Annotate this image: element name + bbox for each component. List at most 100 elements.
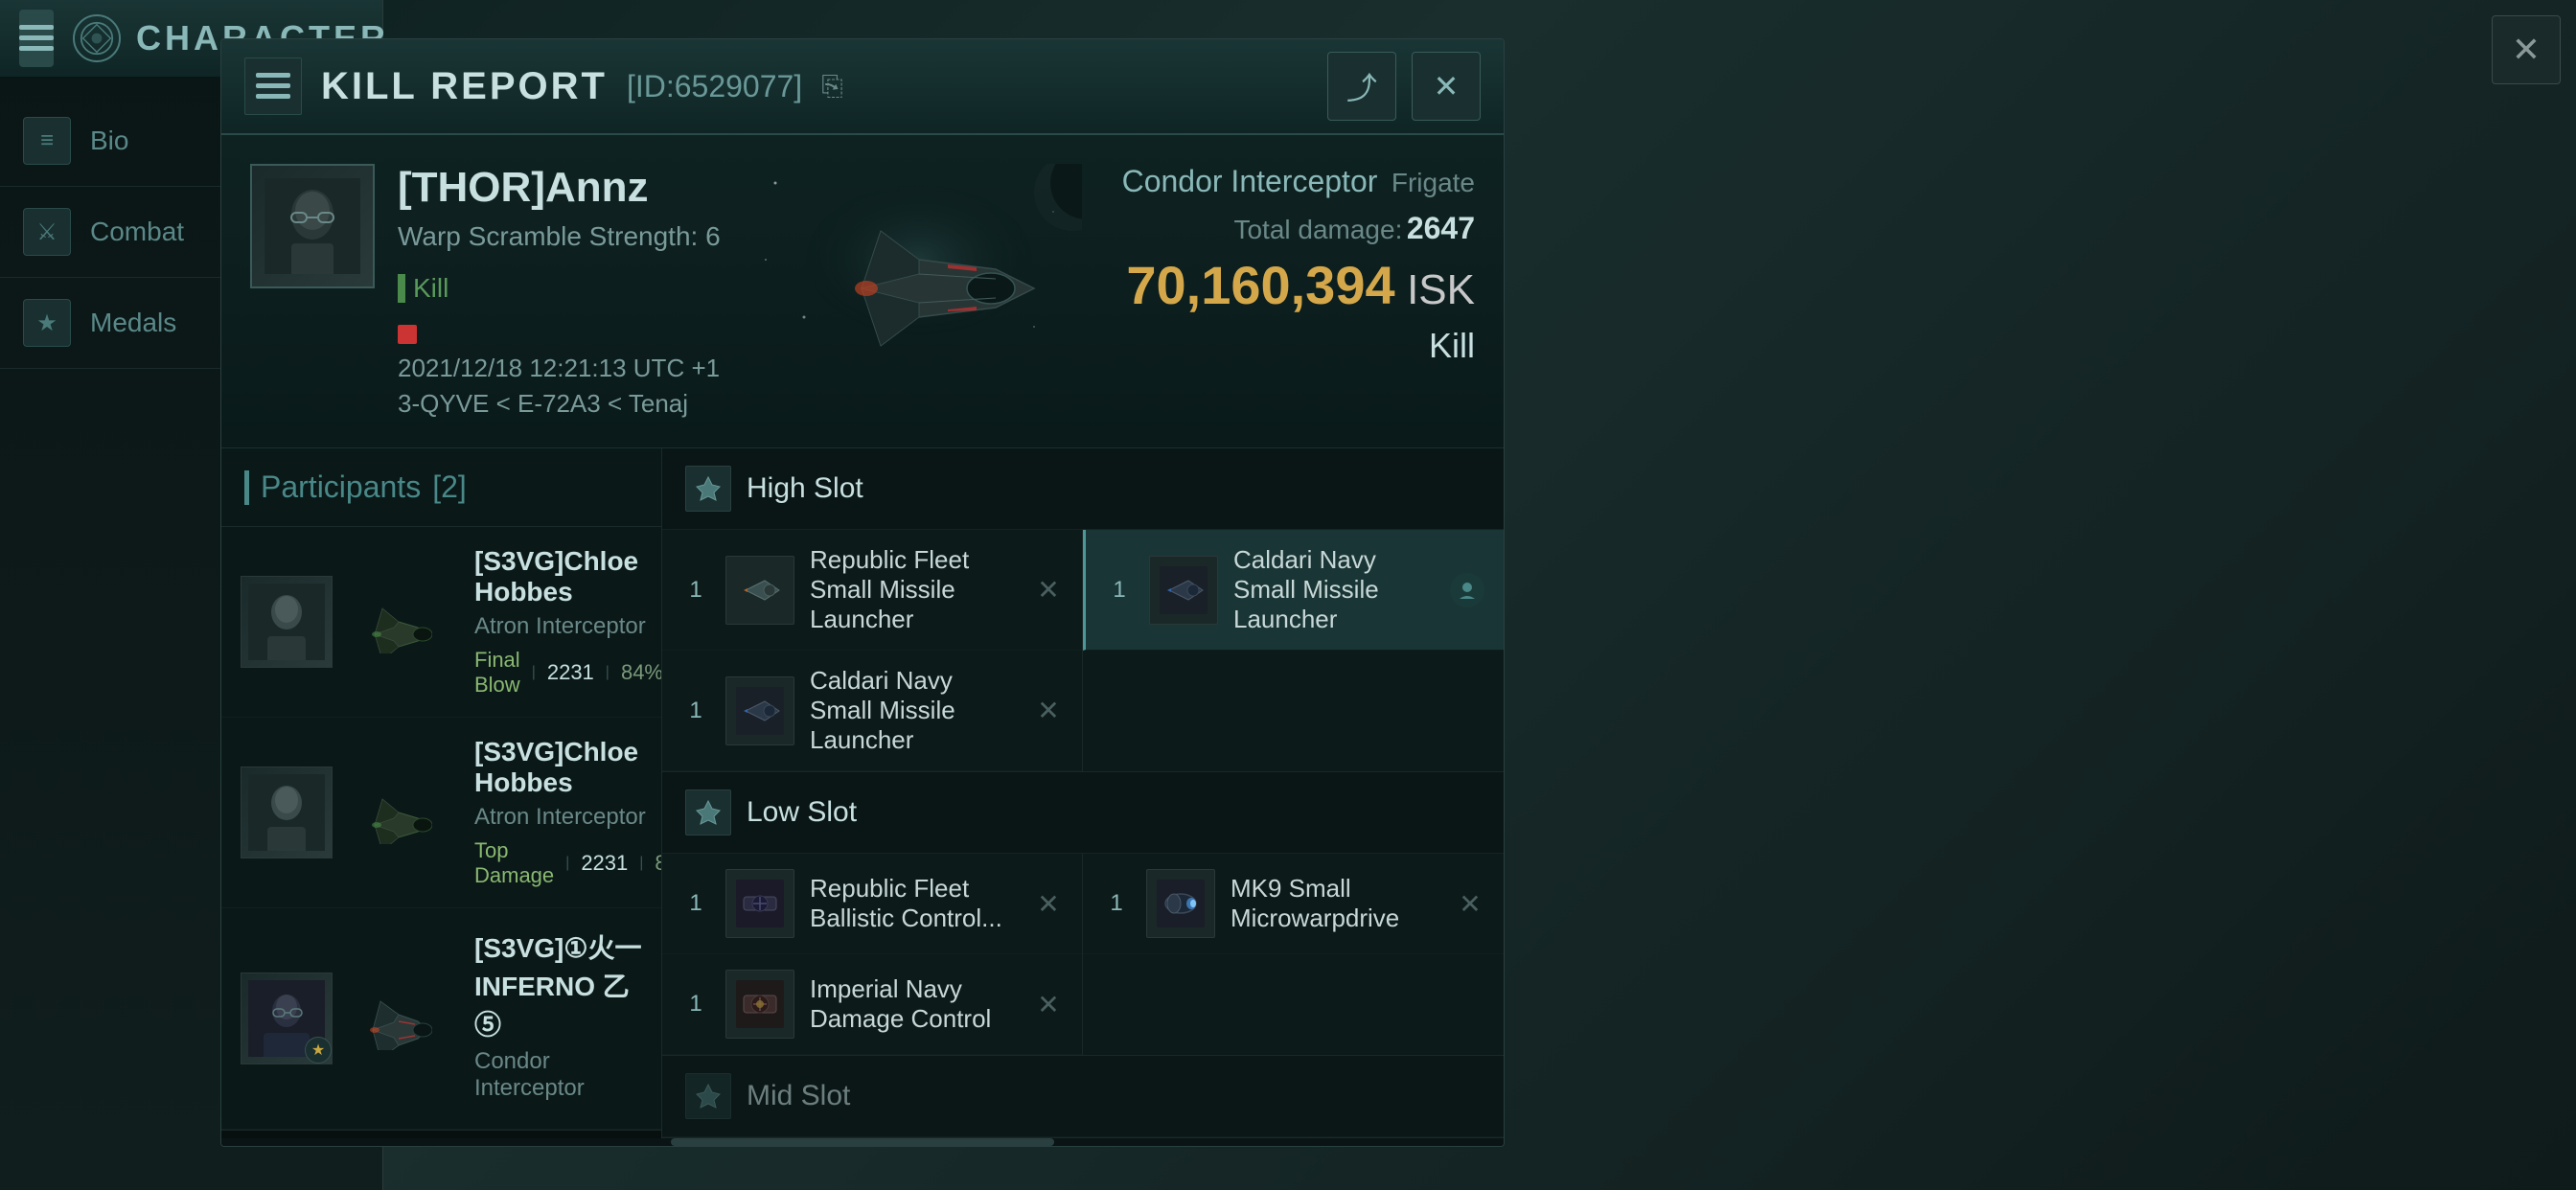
- combat-icon: ⚔: [23, 208, 71, 256]
- victim-section: [THOR]Annz Warp Scramble Strength: 6 Kil…: [221, 135, 1504, 448]
- participant-name-3: [S3VG]①火一INFERNO 乙⑤: [474, 927, 642, 1042]
- participant-card-2[interactable]: [S3VG]Chloe Hobbes Atron Interceptor Top…: [221, 718, 661, 908]
- medals-icon: ★: [23, 299, 71, 347]
- isk-label: ISK: [1407, 266, 1475, 313]
- red-status-dot: [398, 325, 417, 344]
- main-content: Participants [2]: [221, 448, 1504, 1138]
- top-damage-label: Top Damage: [474, 838, 554, 888]
- participant-stats-2: Top Damage | 2231 | 84%: [474, 838, 662, 888]
- item-user-icon: [1450, 573, 1484, 607]
- participant-ship-type-3: Condor Interceptor: [474, 1048, 642, 1102]
- victim-avatar: [250, 164, 375, 288]
- high-slot-item-icon-1: [725, 556, 794, 625]
- participant-avatar-3: ★: [241, 973, 333, 1064]
- high-slot-left-col: 1 Republic Fleet Small Missile Launcher: [662, 530, 1083, 771]
- mid-slot-icon: [685, 1073, 731, 1119]
- low-slot-item-2[interactable]: 1 Imperi: [662, 954, 1082, 1055]
- participants-title: Participants: [261, 469, 421, 505]
- participant-info-3: [S3VG]①火一INFERNO 乙⑤ Condor Interceptor: [474, 927, 642, 1110]
- total-damage-value: 2647: [1407, 211, 1475, 245]
- participant-card-3[interactable]: ★ [S3VG]①火一INFE: [221, 908, 661, 1130]
- participant-card-1[interactable]: [S3VG]Chloe Hobbes Atron Interceptor Fin…: [221, 527, 661, 718]
- high-slot-item-icon-2: [725, 676, 794, 745]
- high-slot-items-columns: 1 Republic Fleet Small Missile Launcher: [662, 530, 1504, 771]
- modal-export-button[interactable]: ⤴: [1327, 52, 1396, 121]
- modal-close-button[interactable]: ✕: [1412, 52, 1481, 121]
- corp-badge: ★: [305, 1037, 332, 1064]
- scrollbar[interactable]: [221, 1138, 1504, 1146]
- participant-ship-type-1: Atron Interceptor: [474, 613, 662, 640]
- low-slot-left-col: 1 Republic Fleet Ballistic Control...: [662, 854, 1083, 1055]
- participants-footer: ⚓ 9,348.14: [221, 1130, 661, 1138]
- low-slot-title: Low Slot: [747, 796, 857, 829]
- modal-header-right: ⤴ ✕: [1327, 52, 1481, 121]
- ship-image-area: [737, 154, 1101, 365]
- high-slot-item-2[interactable]: 1 Caldari Navy Small Missile Launcher: [662, 651, 1082, 771]
- item-qty-right-1: 1: [1105, 577, 1134, 604]
- participant-ship-2: [346, 782, 432, 844]
- scroll-thumb[interactable]: [671, 1138, 1054, 1146]
- low-item-name-2: Imperial Navy Damage Control: [810, 974, 1019, 1034]
- low-slot-right-item-1[interactable]: 1: [1083, 854, 1504, 954]
- high-slot-right-item-1[interactable]: 1 Caldari Navy Small Missile Launcher: [1083, 530, 1504, 651]
- high-slot-icon: [685, 466, 731, 512]
- kill-text: Kill: [413, 273, 448, 304]
- modal-menu-button[interactable]: [244, 57, 302, 115]
- char-icon: [73, 14, 121, 62]
- low-item-remove-right-1[interactable]: ✕: [1456, 888, 1484, 920]
- participant-stats-1: Final Blow | 2231 | 84%: [474, 648, 662, 698]
- participant-avatar-2: [241, 767, 333, 858]
- sidebar-medals-label: Medals: [90, 308, 176, 338]
- participant-ship-1: [346, 591, 432, 653]
- high-slot-section: High Slot 1: [662, 448, 1504, 772]
- low-item-name-right-1: MK9 Small Microwarpdrive: [1230, 874, 1440, 933]
- participants-panel: Participants [2]: [221, 448, 662, 1138]
- sidebar-bio-label: Bio: [90, 126, 128, 156]
- participant-ship-type-2: Atron Interceptor: [474, 804, 662, 831]
- mid-slot-header: Mid Slot: [662, 1056, 1504, 1137]
- participant-pct-2: 84%: [655, 851, 662, 876]
- low-item-name-1: Republic Fleet Ballistic Control...: [810, 874, 1019, 933]
- high-slot-header: High Slot: [662, 448, 1504, 530]
- kill-outcome-label: Kill: [1122, 326, 1475, 366]
- low-item-remove-2[interactable]: ✕: [1034, 989, 1063, 1020]
- low-slot-items-columns: 1 Republic Fleet Ballistic Control...: [662, 854, 1504, 1055]
- participants-count: [2]: [432, 469, 467, 505]
- high-slot-right-col: 1 Caldari Navy Small Missile Launcher: [1083, 530, 1504, 771]
- participant-info-1: [S3VG]Chloe Hobbes Atron Interceptor Fin…: [474, 546, 662, 698]
- ship-class: Condor Interceptor: [1122, 164, 1378, 198]
- participant-name-1: [S3VG]Chloe Hobbes: [474, 546, 662, 607]
- items-panel: High Slot 1: [662, 448, 1504, 1138]
- bio-icon: ≡: [23, 117, 71, 165]
- high-slot-item-1[interactable]: 1 Republic Fleet Small Missile Launcher: [662, 530, 1082, 651]
- item-remove-2[interactable]: ✕: [1034, 695, 1063, 726]
- victim-kill-badge: Kill: [398, 273, 448, 304]
- total-damage-label: Total damage:: [1233, 215, 1402, 244]
- window-close-button[interactable]: ✕: [2492, 15, 2561, 84]
- item-name-2: Caldari Navy Small Missile Launcher: [810, 666, 1019, 755]
- mid-slot-section: Mid Slot: [662, 1056, 1504, 1138]
- low-slot-section: Low Slot 1: [662, 772, 1504, 1056]
- mid-slot-title: Mid Slot: [747, 1080, 850, 1112]
- modal-copy-icon[interactable]: ⎘: [821, 71, 842, 103]
- low-slot-item-icon-2: [725, 970, 794, 1039]
- participant-damage-2: 2231: [581, 851, 628, 876]
- low-slot-right-item-icon-1: [1146, 869, 1215, 938]
- participant-ship-3: [346, 988, 432, 1050]
- low-item-remove-1[interactable]: ✕: [1034, 888, 1063, 920]
- item-name-right-1: Caldari Navy Small Missile Launcher: [1233, 545, 1435, 634]
- low-slot-item-1[interactable]: 1 Republic Fleet Ballistic Control...: [662, 854, 1082, 954]
- victim-location: 3-QYVE < E-72A3 < Tenaj: [398, 389, 1475, 419]
- ship-type: Frigate: [1392, 168, 1475, 197]
- isk-value: 70,160,394: [1126, 255, 1394, 315]
- menu-button[interactable]: [19, 10, 54, 67]
- kill-report-modal: KILL REPORT [ID:6529077] ⎘ ⤴ ✕: [220, 38, 1505, 1147]
- high-slot-right-item-icon-1: [1149, 556, 1218, 625]
- item-remove-1[interactable]: ✕: [1034, 574, 1063, 606]
- item-qty-2: 1: [681, 698, 710, 724]
- high-slot-title: High Slot: [747, 472, 863, 505]
- low-slot-icon: [685, 790, 731, 835]
- participant-avatar-1: [241, 576, 333, 668]
- ship-image: [756, 164, 1082, 355]
- modal-title: KILL REPORT: [321, 65, 608, 108]
